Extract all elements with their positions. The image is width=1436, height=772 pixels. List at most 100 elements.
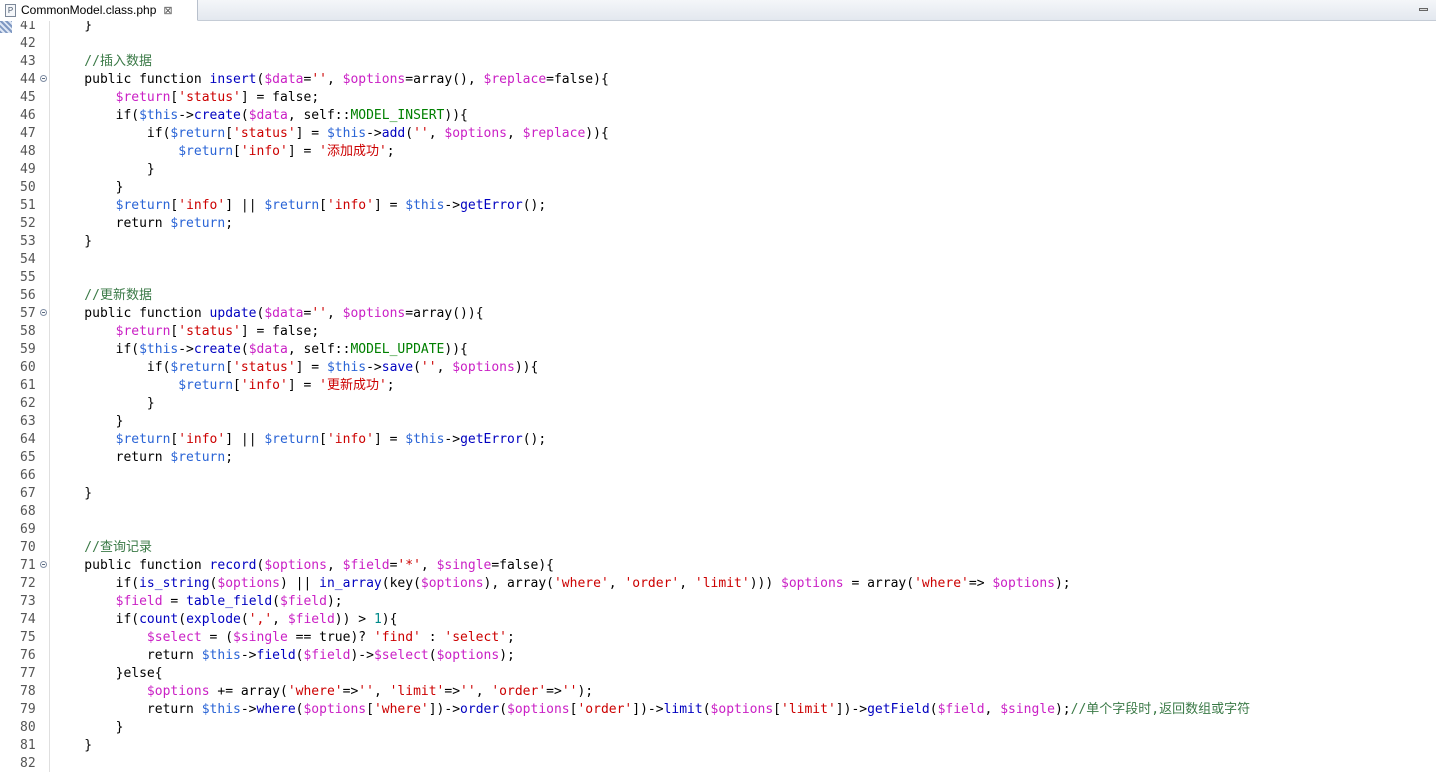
code-token: , (420, 558, 437, 573)
code-line[interactable]: 69 (0, 521, 1436, 539)
code-line[interactable]: 72 if(is_string($options) || in_array(ke… (0, 575, 1436, 593)
code-token: $options (342, 72, 406, 87)
code-token: return (53, 216, 171, 231)
code-editor[interactable]: 41 } 42 43 //插入数据 44 public function insert… (0, 21, 1436, 772)
code-line[interactable]: 49 } (0, 161, 1436, 179)
code-token: getError (460, 198, 523, 213)
line-number: 41 (20, 21, 36, 33)
code-token: ',' (248, 612, 273, 627)
code-line[interactable]: 63 } (0, 413, 1436, 431)
code-line[interactable]: 60 if($return['status'] = $this->save(''… (0, 359, 1436, 377)
minimize-icon[interactable] (1419, 8, 1428, 11)
code-token: $options (342, 306, 406, 321)
code-line[interactable]: 44 public function insert($data='', $opt… (0, 71, 1436, 89)
code-text: if($return['status'] = $this->add('', $o… (53, 125, 609, 143)
code-line[interactable]: 81 } (0, 737, 1436, 755)
code-token: ])-> (835, 702, 868, 717)
code-line[interactable]: 52 return $return; (0, 215, 1436, 233)
code-line[interactable]: 82 (0, 755, 1436, 772)
code-line[interactable]: 70 //查询记录 (0, 539, 1436, 557)
code-token: -> (366, 126, 382, 141)
code-token: if( (53, 342, 140, 357)
code-text: } (53, 161, 155, 179)
code-token: } (53, 396, 155, 411)
code-line[interactable]: 48 $return['info'] = '添加成功'; (0, 143, 1436, 161)
tab-commonmodel-class-php[interactable]: P CommonModel.class.php ⊠ (0, 0, 198, 21)
code-token: ( (272, 594, 280, 609)
code-line[interactable]: 68 (0, 503, 1436, 521)
line-number: 75 (20, 630, 36, 645)
code-line[interactable]: 53 } (0, 233, 1436, 251)
code-token: ; (386, 378, 395, 393)
code-token: $data (264, 72, 304, 87)
code-line[interactable]: 77 }else{ (0, 665, 1436, 683)
code-line[interactable]: 76 return $this->field($field)->$select(… (0, 647, 1436, 665)
code-token: =false){ (491, 558, 554, 573)
code-line[interactable]: 75 $select = ($single == true)? 'find' :… (0, 629, 1436, 647)
code-line[interactable]: 80 } (0, 719, 1436, 737)
code-text: } (53, 21, 92, 35)
code-line[interactable]: 65 return $return; (0, 449, 1436, 467)
line-number: 65 (20, 450, 36, 465)
code-token: if( (53, 612, 140, 627)
code-line[interactable]: 42 (0, 35, 1436, 53)
code-token: [ (233, 378, 241, 393)
code-line[interactable]: 71 public function record($options, $fie… (0, 557, 1436, 575)
code-line[interactable]: 67 } (0, 485, 1436, 503)
code-line[interactable]: 55 (0, 269, 1436, 287)
close-tab-icon[interactable]: ⊠ (163, 4, 172, 17)
code-token: 'info' (178, 432, 226, 447)
code-token: -> (178, 108, 194, 123)
fold-collapse-icon[interactable] (40, 75, 47, 82)
code-token: getError (460, 432, 523, 447)
code-line[interactable]: 61 $return['info'] = '更新成功'; (0, 377, 1436, 395)
code-token: 'where' (287, 684, 343, 699)
code-token: } (53, 414, 124, 429)
line-number: 63 (20, 414, 36, 429)
code-token: -> (444, 432, 461, 447)
code-line[interactable]: 58 $return['status'] = false; (0, 323, 1436, 341)
code-token: $select (373, 648, 429, 663)
code-token: [ (366, 702, 374, 717)
code-line[interactable]: 78 $options += array('where'=>'', 'limit… (0, 683, 1436, 701)
code-line[interactable]: 45 $return['status'] = false; (0, 89, 1436, 107)
code-line[interactable]: 64 $return['info'] || $return['info'] = … (0, 431, 1436, 449)
code-token: '' (561, 684, 578, 699)
code-token: ; (507, 630, 515, 645)
code-token: $single (233, 630, 288, 645)
code-token: '' (311, 72, 327, 87)
fold-collapse-icon[interactable] (40, 309, 47, 316)
code-token: order (460, 702, 500, 717)
code-text: //插入数据 (53, 53, 152, 71)
code-line[interactable]: 41 } (0, 21, 1436, 35)
code-line[interactable]: 62 } (0, 395, 1436, 413)
code-token: 'status' (233, 126, 296, 141)
code-line[interactable]: 79 return $this->where($options['where']… (0, 701, 1436, 719)
code-line[interactable]: 51 $return['info'] || $return['info'] = … (0, 197, 1436, 215)
code-line[interactable]: 46 if($this->create($data, self::MODEL_I… (0, 107, 1436, 125)
code-line[interactable]: 74 if(count(explode(',', $field)) > 1){ (0, 611, 1436, 629)
code-line[interactable]: 47 if($return['status'] = $this->add('',… (0, 125, 1436, 143)
code-text: } (53, 737, 92, 755)
code-token: } (53, 162, 155, 177)
code-token: )-> (350, 648, 374, 663)
code-line[interactable]: 43 //插入数据 (0, 53, 1436, 71)
code-token: => (968, 576, 993, 591)
code-token: $field (280, 594, 327, 609)
code-token: (); (522, 198, 547, 213)
code-token: ( (413, 360, 421, 375)
fold-collapse-icon[interactable] (40, 561, 47, 568)
code-line[interactable]: 56 //更新数据 (0, 287, 1436, 305)
code-token: 'where' (373, 702, 429, 717)
code-token: where (256, 702, 296, 717)
code-text: } (53, 485, 92, 503)
code-line[interactable]: 59 if($this->create($data, self::MODEL_U… (0, 341, 1436, 359)
code-line[interactable]: 66 (0, 467, 1436, 485)
code-line[interactable]: 57 public function update($data='', $opt… (0, 305, 1436, 323)
code-line[interactable]: 54 (0, 251, 1436, 269)
code-line[interactable]: 50 } (0, 179, 1436, 197)
code-token: , (326, 306, 343, 321)
code-token: , (679, 576, 695, 591)
code-line[interactable]: 73 $field = table_field($field); (0, 593, 1436, 611)
